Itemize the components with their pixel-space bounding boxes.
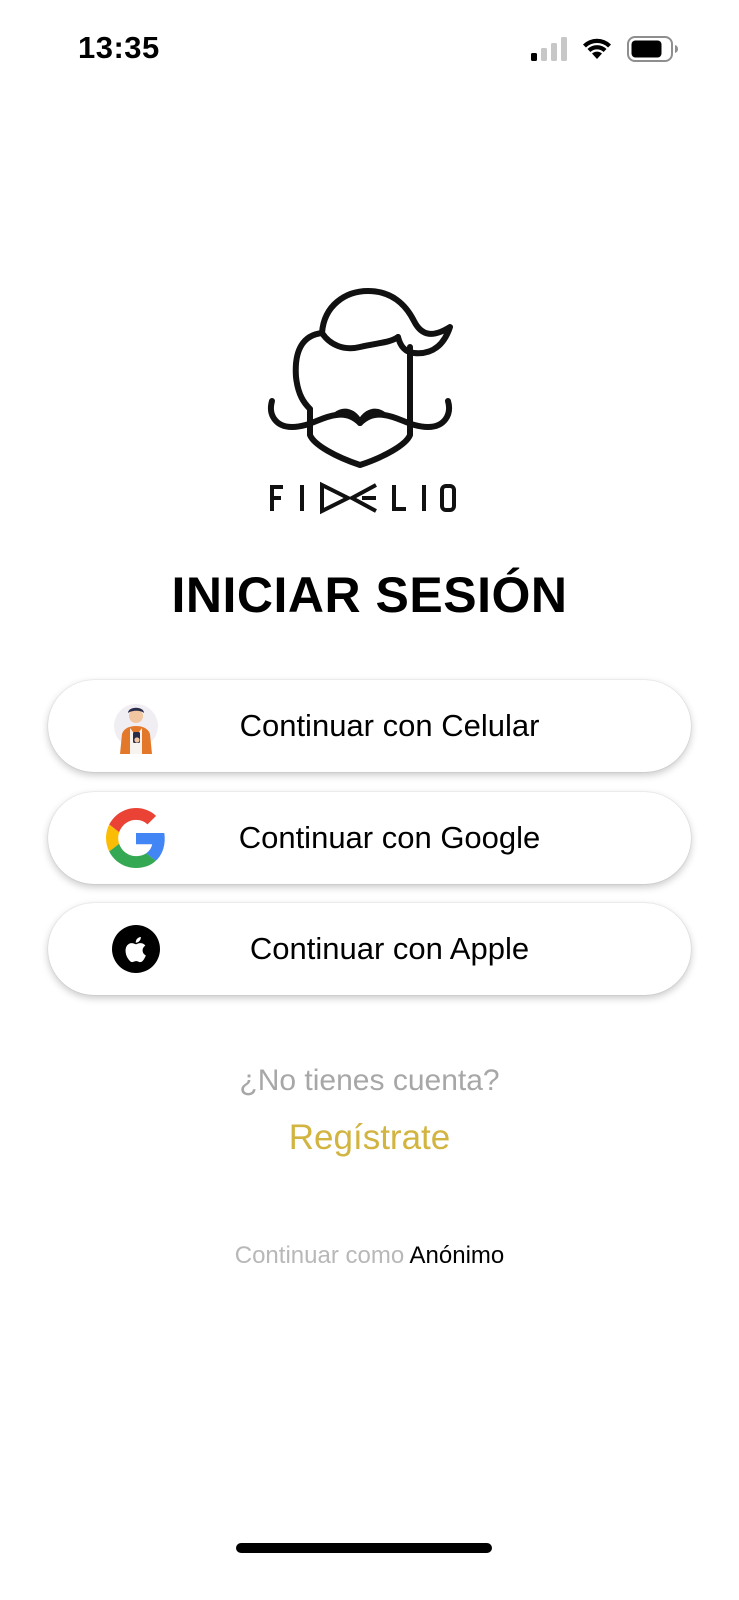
register-link[interactable]: Regístrate	[0, 1118, 739, 1158]
mustache-face-logo	[268, 288, 456, 515]
anonymous-prefix: Continuar como	[234, 1242, 410, 1269]
battery-icon	[627, 36, 679, 62]
continue-with-apple-label: Continuar con Apple	[249, 931, 530, 966]
anonymous-row: Continuar como Anónimo	[0, 1242, 739, 1270]
continue-with-phone-button[interactable]: Continuar con Celular	[48, 680, 691, 772]
status-time: 13:35	[78, 30, 160, 65]
fidelio-logo	[264, 285, 476, 525]
status-icons	[531, 34, 679, 64]
wifi-icon	[581, 37, 613, 61]
continue-with-google-label: Continuar con Google	[238, 820, 541, 855]
no-account-prompt: ¿No tienes cuenta?	[239, 1064, 500, 1097]
home-indicator[interactable]	[236, 1543, 492, 1553]
continue-with-apple-button[interactable]: Continuar con Apple	[48, 903, 691, 995]
page-title: INICIAR SESIÓN	[171, 567, 568, 623]
continue-with-google-button[interactable]: Continuar con Google	[48, 792, 691, 884]
logo-wordmark	[270, 481, 456, 515]
status-bar: 13:35	[0, 0, 739, 100]
continue-with-phone-label: Continuar con Celular	[239, 708, 540, 743]
cellular-signal-icon	[531, 37, 567, 61]
anonymous-link[interactable]: Anónimo	[410, 1242, 505, 1269]
